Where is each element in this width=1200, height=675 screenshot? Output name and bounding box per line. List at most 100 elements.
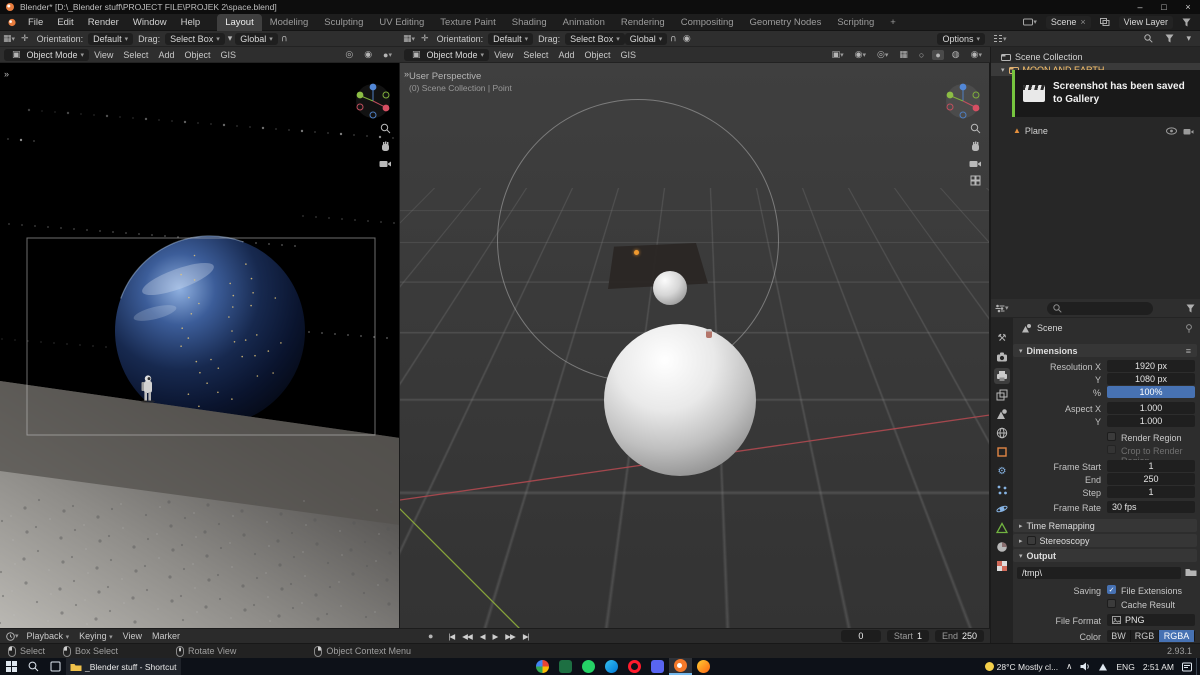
workspace-tab-animation[interactable]: Animation	[555, 14, 613, 31]
plane-object-row[interactable]: ▲ Plane	[991, 124, 1200, 137]
small-sphere-object[interactable]	[653, 271, 687, 305]
current-frame-field[interactable]: 0	[840, 630, 881, 642]
pan-hand-icon[interactable]	[380, 141, 391, 152]
snap-magnet-icon[interactable]: ∪	[278, 33, 291, 44]
presets-menu-icon[interactable]: ≡	[1186, 346, 1197, 356]
taskbar-shortcut-window[interactable]: _Blender stuff - Shortcut	[66, 658, 181, 675]
material-properties-tab[interactable]	[994, 539, 1010, 555]
workspace-tab-rendering[interactable]: Rendering	[613, 14, 673, 31]
gizmos-icon-left[interactable]: ◉	[361, 49, 375, 60]
close-button[interactable]: ×	[1176, 0, 1200, 14]
task-view-icon[interactable]	[44, 658, 66, 675]
properties-editor-icon[interactable]: ▾	[991, 304, 1012, 313]
workspace-tab-sculpting[interactable]: Sculpting	[316, 14, 371, 31]
object-menu-2[interactable]: Object	[579, 50, 615, 60]
zoom-icon-2[interactable]	[970, 123, 981, 134]
view-menu-2[interactable]: View	[489, 50, 518, 60]
outliner-editor-icon[interactable]: ▾	[990, 34, 1010, 43]
overlays-icon[interactable]: ◎ ▾	[874, 49, 891, 60]
astronaut-object[interactable]	[706, 329, 712, 338]
jump-to-end-button[interactable]: ▶|	[519, 632, 533, 641]
scene-selector[interactable]: Scene ×	[1045, 15, 1091, 29]
dimensions-panel-header[interactable]: ▾ Dimensions ≡	[1013, 344, 1197, 357]
sun-lamp-object[interactable]	[634, 250, 639, 255]
frame-end-field[interactable]: 250	[1107, 473, 1195, 485]
weather-widget[interactable]: 28°C Mostly cl...	[981, 662, 1063, 672]
next-keyframe-button[interactable]: ▶▶	[501, 632, 519, 641]
menu-window[interactable]: Window	[126, 14, 174, 31]
tool-icon[interactable]: ▦ ▾	[0, 33, 18, 44]
drag-dropdown-2[interactable]: Select Box ▾	[565, 32, 625, 45]
render-region-checkbox[interactable]	[1107, 432, 1116, 441]
workspace-tab-compositing[interactable]: Compositing	[673, 14, 742, 31]
zoom-icon[interactable]	[380, 123, 391, 134]
tray-expand-icon[interactable]: ∧	[1062, 661, 1076, 672]
scene-breadcrumb-label[interactable]: Scene	[1037, 323, 1063, 333]
timeline-view-menu[interactable]: View	[118, 631, 147, 641]
view-layer-properties-tab[interactable]	[994, 387, 1010, 403]
properties-filter-icon[interactable]	[1186, 304, 1200, 313]
cache-result-checkbox[interactable]	[1107, 599, 1116, 608]
workspace-tab-modeling[interactable]: Modeling	[262, 14, 317, 31]
marker-menu[interactable]: Marker	[147, 631, 185, 641]
taskbar-app-discord[interactable]	[646, 658, 669, 675]
unlink-scene-icon[interactable]: ×	[1080, 17, 1085, 27]
jump-to-start-button[interactable]: |◀	[444, 632, 458, 641]
resolution-x-field[interactable]: 1920 px	[1107, 360, 1195, 372]
tray-network-icon[interactable]	[1094, 662, 1112, 671]
tool-icon-2[interactable]: ▦ ▾	[400, 33, 418, 44]
texture-properties-tab[interactable]	[994, 558, 1010, 574]
file-extensions-checkbox[interactable]: ✓	[1107, 585, 1116, 594]
move-tool-icon[interactable]: ✛	[18, 33, 32, 44]
notification-center-icon[interactable]	[1178, 662, 1196, 672]
menu-file[interactable]: File	[21, 14, 50, 31]
play-reverse-button[interactable]: ◀	[476, 632, 489, 641]
taskbar-app-opera[interactable]	[623, 658, 646, 675]
browse-scene-icon[interactable]: ▾	[1020, 18, 1040, 26]
camera-viewport[interactable]: »	[0, 63, 400, 628]
view-layer-selector[interactable]: View Layer	[1118, 15, 1173, 29]
start-button[interactable]	[0, 658, 22, 675]
render-visibility-icon[interactable]	[1183, 127, 1194, 135]
tray-speaker-icon[interactable]	[1076, 662, 1094, 671]
menu-help[interactable]: Help	[174, 14, 208, 31]
blender-menu-icon[interactable]	[0, 18, 21, 27]
object-properties-tab[interactable]	[994, 444, 1010, 460]
pin-icon[interactable]	[1185, 323, 1200, 333]
play-button[interactable]: ▶	[489, 632, 502, 641]
taskbar-app-whatsapp[interactable]	[577, 658, 600, 675]
color-bw-button[interactable]: BW	[1107, 630, 1131, 642]
view-layer-filter-icon[interactable]	[1179, 18, 1194, 27]
stereoscopy-panel-header[interactable]: ▸ Stereoscopy	[1013, 534, 1197, 547]
toolbar-expand-icon-center[interactable]: »	[404, 69, 409, 79]
properties-search-input[interactable]	[1047, 302, 1153, 315]
output-properties-tab[interactable]	[994, 368, 1010, 384]
camera-view-icon[interactable]	[379, 159, 391, 168]
material-preview-icon[interactable]: ◍	[949, 49, 963, 60]
maximize-button[interactable]: □	[1152, 0, 1176, 14]
view-menu[interactable]: View	[89, 50, 118, 60]
color-rgb-button[interactable]: RGB	[1131, 630, 1159, 642]
render-properties-tab[interactable]	[994, 349, 1010, 365]
solid-shading-icon[interactable]: ●	[932, 49, 944, 60]
browse-view-layer-icon[interactable]	[1097, 18, 1113, 26]
navigation-gizmo[interactable]	[943, 81, 983, 121]
color-rgba-button[interactable]: RGBA	[1159, 630, 1195, 642]
workspace-tab-layout[interactable]: Layout	[217, 13, 262, 31]
taskbar-app-firefox[interactable]	[692, 658, 715, 675]
workspace-tab-geometry-nodes[interactable]: Geometry Nodes	[742, 14, 830, 31]
select-menu-2[interactable]: Select	[518, 50, 553, 60]
time-remapping-panel-header[interactable]: ▸ Time Remapping	[1013, 519, 1197, 532]
particles-properties-tab[interactable]	[994, 482, 1010, 498]
pan-hand-icon-2[interactable]	[970, 141, 981, 152]
file-format-dropdown[interactable]: PNG	[1107, 614, 1195, 626]
resolution-pct-slider[interactable]: 100%	[1107, 386, 1195, 398]
clock[interactable]: 2:51 AM	[1139, 662, 1178, 672]
frame-start-field[interactable]: 1	[1107, 460, 1195, 472]
camera-view-icon-2[interactable]	[969, 159, 981, 168]
xray-toggle-icon[interactable]: ▦	[896, 49, 911, 60]
pivot-dropdown-2[interactable]: Global ▾	[624, 32, 668, 45]
menu-edit[interactable]: Edit	[50, 14, 80, 31]
outliner-options-icon[interactable]: ▾	[1183, 33, 1194, 44]
frame-step-field[interactable]: 1	[1107, 486, 1195, 498]
